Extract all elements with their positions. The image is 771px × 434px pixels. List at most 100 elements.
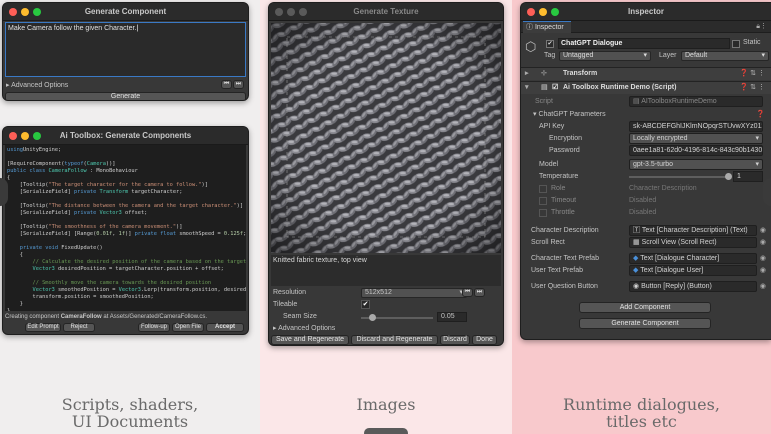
tab-inspector[interactable]: ⓘ Inspector (523, 21, 571, 33)
minimize-dot[interactable] (21, 8, 29, 16)
component-menu-icon[interactable]: ❓ ⇅ ⋮ (740, 68, 765, 80)
minimize-dot[interactable] (287, 8, 295, 16)
params-foldout[interactable]: ▾ ChatGPT Parameters (533, 109, 606, 121)
code-token: 0.01f (96, 231, 113, 237)
first-icon[interactable]: ⏮ (221, 80, 232, 89)
chevron-down-icon: ▾ (643, 52, 647, 59)
minimize-dot[interactable] (21, 132, 29, 140)
help-icon[interactable]: ❓ (756, 109, 765, 121)
generate-button[interactable]: Generate (5, 92, 246, 100)
password-field[interactable]: 0aee1a81-62d0-4196-814c-843c90b1430e (629, 145, 763, 156)
static-checkbox[interactable] (732, 40, 740, 48)
prompt-textarea[interactable]: Make Camera follow the given Character.| (5, 22, 246, 77)
window-title-bar[interactable]: Inspector (521, 3, 771, 21)
code-view[interactable]: usingUnityEngine; [RequireComponent(typeo… (5, 145, 246, 311)
seam-size-slider[interactable] (361, 314, 433, 321)
encryption-dropdown[interactable]: Locally encrypted ▾ (629, 133, 763, 144)
save-regenerate-button[interactable]: Save and Regenerate (271, 335, 349, 345)
window-title-bar[interactable]: Generate Texture (269, 3, 503, 21)
move-icon: ⊹ (541, 70, 547, 77)
throttle-checkbox[interactable] (539, 209, 547, 217)
layer-dropdown[interactable]: Default ▾ (681, 51, 769, 61)
close-dot[interactable] (275, 8, 283, 16)
texture-description-field[interactable]: Knitted fabric texture, top view (271, 255, 501, 286)
follow-up-button[interactable]: Follow-up (138, 323, 170, 332)
ref-value: Scroll View (Scroll Rect) (641, 239, 717, 246)
close-dot[interactable] (9, 8, 17, 16)
code-token: CameraFollow (48, 168, 87, 174)
role-checkbox[interactable] (539, 185, 547, 193)
ref-field-scroll-rect[interactable]: ▦ Scroll View (Scroll Rect) (629, 237, 757, 248)
foldout-arrow-icon: ▸ (6, 82, 10, 89)
transform-header[interactable]: ▸ ⊹ Transform ❓ ⇅ ⋮ (521, 67, 771, 80)
seam-size-field[interactable]: 0.05 (437, 312, 467, 322)
window-title-bar[interactable]: Ai Toolbox: Generate Components (3, 127, 248, 145)
done-button[interactable]: Done (472, 335, 497, 345)
last-icon[interactable]: ⏭ (474, 288, 485, 297)
enable-checkbox[interactable]: ☑ (552, 82, 558, 94)
accept-button[interactable]: Accept (206, 323, 244, 332)
first-icon[interactable]: ⏮ (462, 288, 473, 297)
object-picker-icon[interactable]: ◉ (760, 225, 766, 237)
lock-icon[interactable]: 🔒︎⋮ (756, 22, 767, 31)
slider-knob[interactable] (725, 173, 732, 180)
maximize-dot[interactable] (33, 132, 41, 140)
api-key-field[interactable]: sk-ABCDEFGhIJKlmNOpqrSTUvwXYz0123 (629, 121, 763, 132)
advanced-options-foldout[interactable]: ▸ Advanced Options (6, 81, 68, 89)
advanced-options-foldout[interactable]: ▸ Advanced Options (273, 324, 335, 332)
temperature-slider[interactable] (629, 173, 732, 180)
object-name-field[interactable]: ChatGPT Dialogue (558, 38, 730, 49)
tag-dropdown[interactable]: Untagged ▾ (559, 51, 651, 61)
slider-knob[interactable] (368, 314, 376, 321)
discard-button[interactable]: Discard (440, 335, 470, 345)
knitted-fabric-image (271, 23, 501, 253)
tileable-checkbox[interactable]: ✔ (361, 300, 370, 309)
close-dot[interactable] (527, 8, 535, 16)
ref-field-character-text-prefab[interactable]: ◆ Text [Dialogue Character] (629, 253, 757, 264)
window-title: Ai Toolbox: Generate Components (59, 131, 192, 140)
ref-label: User Question Button (531, 283, 598, 290)
temperature-field[interactable]: 1 (733, 171, 763, 182)
carousel-next-handle[interactable] (763, 178, 771, 206)
transform-title: Transform (563, 70, 598, 77)
carousel-prev-handle[interactable] (0, 178, 8, 206)
reject-button[interactable]: Reject (63, 323, 95, 332)
open-file-button[interactable]: Open File (172, 323, 204, 332)
ref-field-user-text-prefab[interactable]: ◆ Text [Dialogue User] (629, 265, 757, 276)
script-header[interactable]: ▾ ▤ ☑ Ai Toolbox Runtime Demo (Script) ❓… (521, 81, 771, 94)
api-key-label: API Key (539, 123, 565, 130)
close-dot[interactable] (9, 132, 17, 140)
foldout-arrow-icon: ▾ (525, 84, 529, 91)
edit-prompt-button[interactable]: Edit Prompt (25, 323, 61, 332)
minimize-dot[interactable] (539, 8, 547, 16)
resolution-dropdown[interactable]: 512x512▾ (361, 288, 467, 298)
maximize-dot[interactable] (33, 8, 41, 16)
component-menu-icon[interactable]: ❓ ⇅ ⋮ (740, 82, 765, 94)
object-picker-icon[interactable]: ◉ (760, 281, 766, 293)
object-picker-icon[interactable]: ◉ (760, 265, 766, 277)
code-line: private void FixedUpdate() (7, 245, 244, 252)
timeout-checkbox[interactable] (539, 197, 547, 205)
script-asset-icon: ▤ (633, 98, 640, 105)
generate-texture-window: Generate Texture Knitted fabric texture,… (268, 2, 504, 346)
object-picker-icon[interactable]: ◉ (760, 237, 766, 249)
script-component-title: Ai Toolbox Runtime Demo (Script) (563, 84, 677, 91)
code-token: Transform (99, 189, 129, 195)
add-component-button[interactable]: Add Component (579, 302, 711, 313)
foldout-arrow-icon: ▸ (525, 70, 529, 77)
generate-component-button[interactable]: Generate Component (579, 318, 711, 329)
discard-regenerate-button[interactable]: Discard and Regenerate (351, 335, 438, 345)
code-token: ; (243, 231, 246, 237)
window-title-bar[interactable]: Generate Component (3, 3, 248, 21)
ref-field-user-question-button[interactable]: ◉ Button [Reply] (Button) (629, 281, 757, 292)
pager-handle[interactable] (364, 428, 408, 434)
maximize-dot[interactable] (551, 8, 559, 16)
maximize-dot[interactable] (299, 8, 307, 16)
ref-label: Character Description (531, 227, 599, 234)
last-icon[interactable]: ⏭ (233, 80, 244, 89)
object-picker-icon[interactable]: ◉ (760, 253, 766, 265)
ref-field-character-description[interactable]: 🅃︎ Text [Character Description] (Text) (629, 225, 757, 236)
active-checkbox[interactable]: ✔ (546, 40, 554, 48)
model-dropdown[interactable]: gpt-3.5-turbo ▾ (629, 159, 763, 170)
